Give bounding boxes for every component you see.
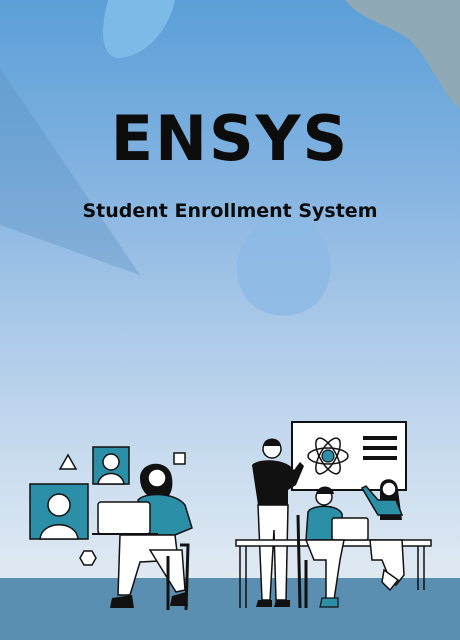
- hexagon-icon: [79, 550, 97, 566]
- video-call-frame-large: [29, 483, 89, 540]
- video-call-frame-small: [92, 446, 130, 485]
- classroom-illustration: [29, 421, 432, 611]
- student-with-laptop: [92, 463, 193, 611]
- square-icon: [173, 452, 186, 465]
- splash-screen: ENSYS Student Enrollment System: [0, 0, 460, 640]
- triangle-icon: [58, 453, 78, 470]
- seated-student: [296, 486, 369, 609]
